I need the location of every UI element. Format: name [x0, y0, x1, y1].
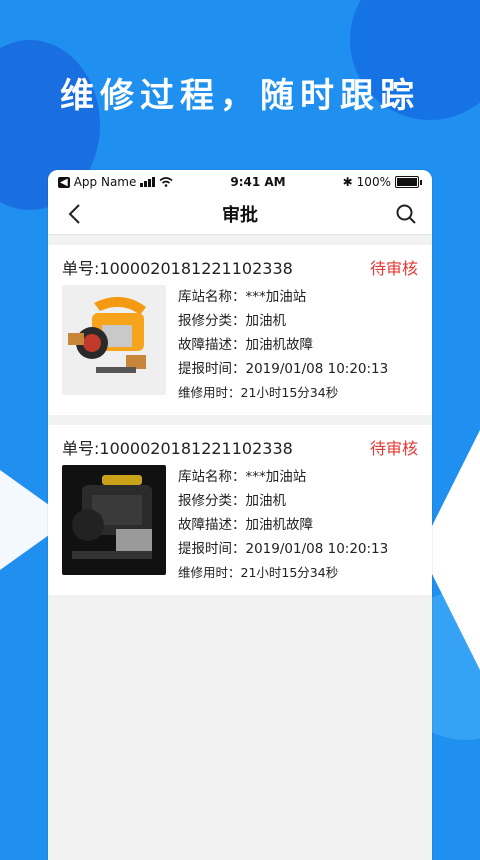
- status-badge: 待审核: [369, 259, 418, 278]
- nav-bar: 审批: [48, 194, 432, 235]
- status-badge: 待审核: [369, 439, 418, 458]
- black-pump-image: [62, 465, 166, 575]
- wifi-icon: [159, 177, 173, 187]
- signal-icon: [140, 177, 156, 187]
- station-name: 库站名称：***加油站: [178, 289, 307, 305]
- search-button[interactable]: [392, 200, 420, 228]
- battery-icon: [394, 176, 419, 188]
- status-app-name: App Name: [73, 175, 137, 189]
- repair-category: 报修分类：加油机: [178, 313, 286, 329]
- report-time: 提报时间：2019/01/08 10:20:13: [178, 541, 389, 557]
- chevron-left-icon: [68, 204, 80, 224]
- phone-screen: ◀ App Name 9:41 AM ✱ 100% 审批 单号:10000201…: [48, 170, 432, 860]
- battery-percent: 100%: [356, 175, 391, 189]
- order-card[interactable]: 单号:1000020181221102338 待审核 库站名称：***加油站 报…: [48, 245, 432, 415]
- fault-description: 故障描述：加油机故障: [178, 337, 313, 353]
- back-button[interactable]: [60, 200, 88, 228]
- bluetooth-icon: ✱: [342, 175, 353, 189]
- report-time: 提报时间：2019/01/08 10:20:13: [178, 361, 389, 377]
- fault-description: 故障描述：加油机故障: [178, 517, 313, 533]
- repair-category: 报修分类：加油机: [178, 493, 286, 509]
- order-number: 单号:1000020181221102338: [62, 439, 293, 458]
- status-time: 9:41 AM: [230, 175, 286, 189]
- order-number: 单号:1000020181221102338: [62, 259, 293, 278]
- page-title: 审批: [222, 205, 258, 226]
- repair-duration: 维修用时：21小时15分34秒: [178, 565, 339, 580]
- station-name: 库站名称：***加油站: [178, 469, 307, 485]
- repair-duration: 维修用时：21小时15分34秒: [178, 385, 339, 400]
- order-card[interactable]: 单号:1000020181221102338 待审核 库站名称：***加油站 报…: [48, 425, 432, 595]
- orange-pump-image: [62, 285, 166, 395]
- search-icon: [396, 204, 416, 224]
- promo-headline: 维修过程，随时跟踪: [60, 76, 420, 116]
- back-to-app-icon[interactable]: ◀: [58, 176, 70, 188]
- status-bar: ◀ App Name 9:41 AM ✱ 100%: [48, 170, 432, 194]
